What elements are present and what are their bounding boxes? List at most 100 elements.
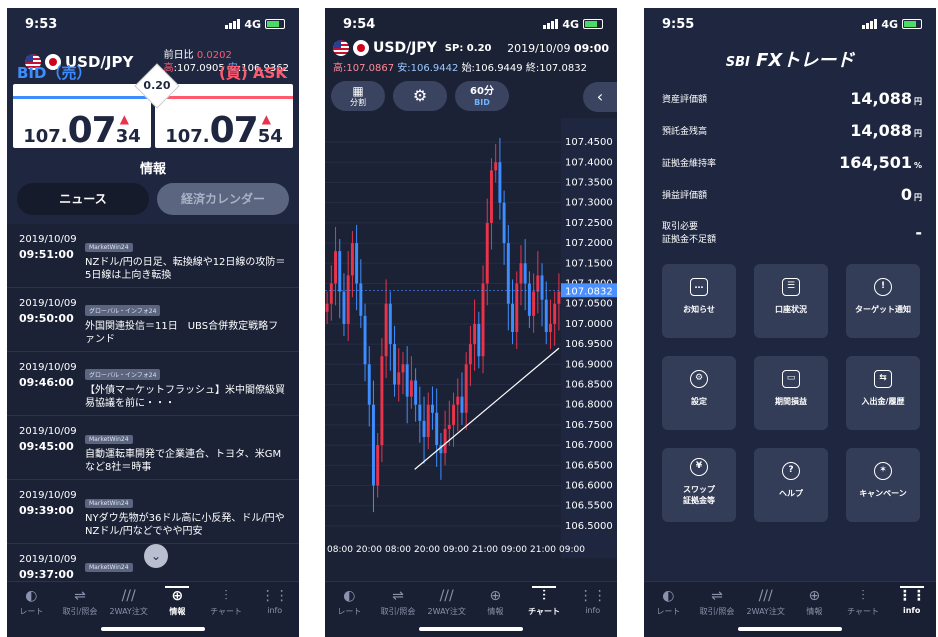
tab-more[interactable]: ⋮⋮ info <box>250 586 299 637</box>
tab-trade[interactable]: ⇌ 取引/照会 <box>374 586 423 637</box>
y-tick-label: 106.5000 <box>565 521 613 532</box>
change-value: 0.0202 <box>196 50 232 61</box>
candle-body <box>359 283 363 316</box>
row-value: 0 <box>900 184 912 204</box>
tab-chart[interactable]: ⫶ チャート <box>520 586 569 637</box>
globe-icon: ⊕ <box>808 588 821 604</box>
list-item[interactable]: 2019/10/09 09:39:00 MarketWin24 NYダウ先物が36ドル… <box>7 480 299 544</box>
account-row: 証拠金維持率 164,501% <box>662 152 922 172</box>
row-label: 資産評価額 <box>662 94 708 105</box>
segmented-control: ニュース 経済カレンダー <box>7 177 299 221</box>
ohlc-open: 始:106.9449 <box>461 63 523 74</box>
chevron-left-icon[interactable]: ‹ <box>583 82 617 112</box>
tab-rate[interactable]: ◐ レート <box>325 586 374 637</box>
menu-period-pl[interactable]: ▭ 期間損益 <box>754 356 828 430</box>
menu-settings[interactable]: ⚙ 設定 <box>662 356 736 430</box>
phone-screen-info: 9:53 4G USD/JPY 前日比 0.0202 高:107.0905 安:… <box>7 8 299 637</box>
y-tick-label: 107.3000 <box>565 198 613 209</box>
tab-trade[interactable]: ⇌ 取引/照会 <box>693 586 742 637</box>
tab-rate[interactable]: ◐ レート <box>644 586 693 637</box>
candle-body <box>481 283 485 357</box>
account-row: 損益評価額 0 円 <box>662 184 922 204</box>
pair-name[interactable]: USD/JPY <box>373 40 437 56</box>
trade-icon: ⇌ <box>711 588 723 604</box>
menu-deposit-history[interactable]: ⇆ 入出金/履歴 <box>846 356 920 430</box>
chart-header: USD/JPY SP: 0.20 2019/10/09 09:00 高:107.08… <box>325 40 617 76</box>
candle-icon: ⫶ <box>224 588 228 604</box>
up-arrow-icon: ▲ <box>119 112 129 126</box>
list-item[interactable]: 2019/10/09 09:45:00 MarketWin24 自動運転車開発で企業連… <box>7 416 299 480</box>
y-tick-label: 106.9500 <box>565 339 613 350</box>
status-time: 9:55 <box>662 16 695 32</box>
split-button[interactable]: ▦ 分割 <box>331 81 385 111</box>
globe-icon: ⊕ <box>153 586 202 606</box>
menu-help[interactable]: ? ヘルプ <box>754 448 828 522</box>
party-icon: ✶ <box>874 462 892 480</box>
candle-body <box>355 243 359 284</box>
candle-body <box>515 283 519 332</box>
list-item[interactable]: 2019/10/09 09:50:00 グローバル・インフォ24 外国関連投信＝11日… <box>7 288 299 352</box>
menu-account[interactable]: ☰ 口座状況 <box>754 264 828 338</box>
x-tick-label: 08:00 <box>327 545 353 555</box>
tab-rate[interactable]: ◐ レート <box>7 586 56 637</box>
gear-icon: ⚙ <box>412 86 428 105</box>
candle-body <box>380 356 384 446</box>
tab-chart[interactable]: ⫶ チャート <box>839 586 888 637</box>
menu-notice[interactable]: … お知らせ <box>662 264 736 338</box>
news-time: 09:46:00 <box>19 376 74 389</box>
news-source-badge: MarketWin24 <box>85 243 133 252</box>
candle-body <box>435 412 439 446</box>
change-label: 前日比 <box>163 50 194 61</box>
battery-icon <box>902 19 922 29</box>
transfer-icon: ⇆ <box>874 370 892 388</box>
menu-swap[interactable]: ¥ スワップ 証拠金等 <box>662 448 736 522</box>
ohlc-high: 高:107.0867 <box>333 63 395 74</box>
news-date: 2019/10/09 <box>19 490 77 501</box>
tab-more[interactable]: ⋮⋮ info <box>887 586 936 637</box>
settings-button[interactable]: ⚙ <box>393 81 447 111</box>
news-list: 2019/10/09 09:51:00 MarketWin24 NZドル/円の日足、転… <box>7 224 299 581</box>
split-icon: ▦ <box>352 84 364 98</box>
list-item[interactable]: 2019/10/09 09:46:00 グローバル・インフォ24 【外債マーケットフラ… <box>7 352 299 416</box>
chart-date: 2019/10/09 <box>507 41 571 55</box>
x-tick-label: 08:00 <box>385 545 411 555</box>
news-source-badge: グローバル・インフォ24 <box>85 305 161 316</box>
candle-body <box>367 364 371 405</box>
candlestick-chart[interactable]: 107.4500 107.4000 107.3500 107.3000 107.2500… <box>325 118 617 558</box>
battery-icon <box>265 19 285 29</box>
candle-body <box>494 162 498 171</box>
home-indicator <box>101 627 205 631</box>
ask-fraction: 54 <box>257 126 283 147</box>
tab-chart[interactable]: ⫶ チャート <box>202 586 251 637</box>
candle-body <box>536 275 540 292</box>
news-time: 09:45:00 <box>19 440 74 453</box>
list-item[interactable]: 2019/10/09 09:51:00 MarketWin24 NZドル/円の日足、転… <box>7 224 299 288</box>
candle-body <box>557 291 561 304</box>
candle-body <box>422 420 426 438</box>
bid-button[interactable]: 107. 07 ▲ 34 <box>13 84 151 151</box>
y-tick-label: 107.4500 <box>565 137 613 148</box>
yen-icon: ¥ <box>690 458 708 476</box>
candle-body <box>401 364 405 373</box>
tab-news[interactable]: ニュース <box>17 183 149 215</box>
menu-campaign[interactable]: ✶ キャンペーン <box>846 448 920 522</box>
interval-button[interactable]: 60分 BID <box>455 81 509 111</box>
chevron-down-icon[interactable]: ⌄ <box>144 544 168 568</box>
candle-body <box>464 364 468 413</box>
y-tick-label: 106.8000 <box>565 400 613 411</box>
tab-trade[interactable]: ⇌ 取引/照会 <box>56 586 105 637</box>
bid-line <box>13 96 151 99</box>
alert-icon: ! <box>874 278 892 296</box>
ask-button[interactable]: 107. 07 ▲ 54 <box>155 84 293 151</box>
trade-icon: ⇌ <box>392 588 404 604</box>
network-label: 4G <box>881 17 898 31</box>
y-tick-label: 106.5500 <box>565 501 613 512</box>
tab-economic-calendar[interactable]: 経済カレンダー <box>157 183 289 215</box>
menu-target-alert[interactable]: ! ターゲット通知 <box>846 264 920 338</box>
tab-more[interactable]: ⋮⋮ info <box>568 586 617 637</box>
candle-body <box>447 424 451 429</box>
signal-icon <box>543 19 559 29</box>
news-time: 09:37:00 <box>19 568 74 581</box>
status-bar: 9:55 4G <box>644 8 936 40</box>
y-tick-label: 106.9000 <box>565 359 613 370</box>
